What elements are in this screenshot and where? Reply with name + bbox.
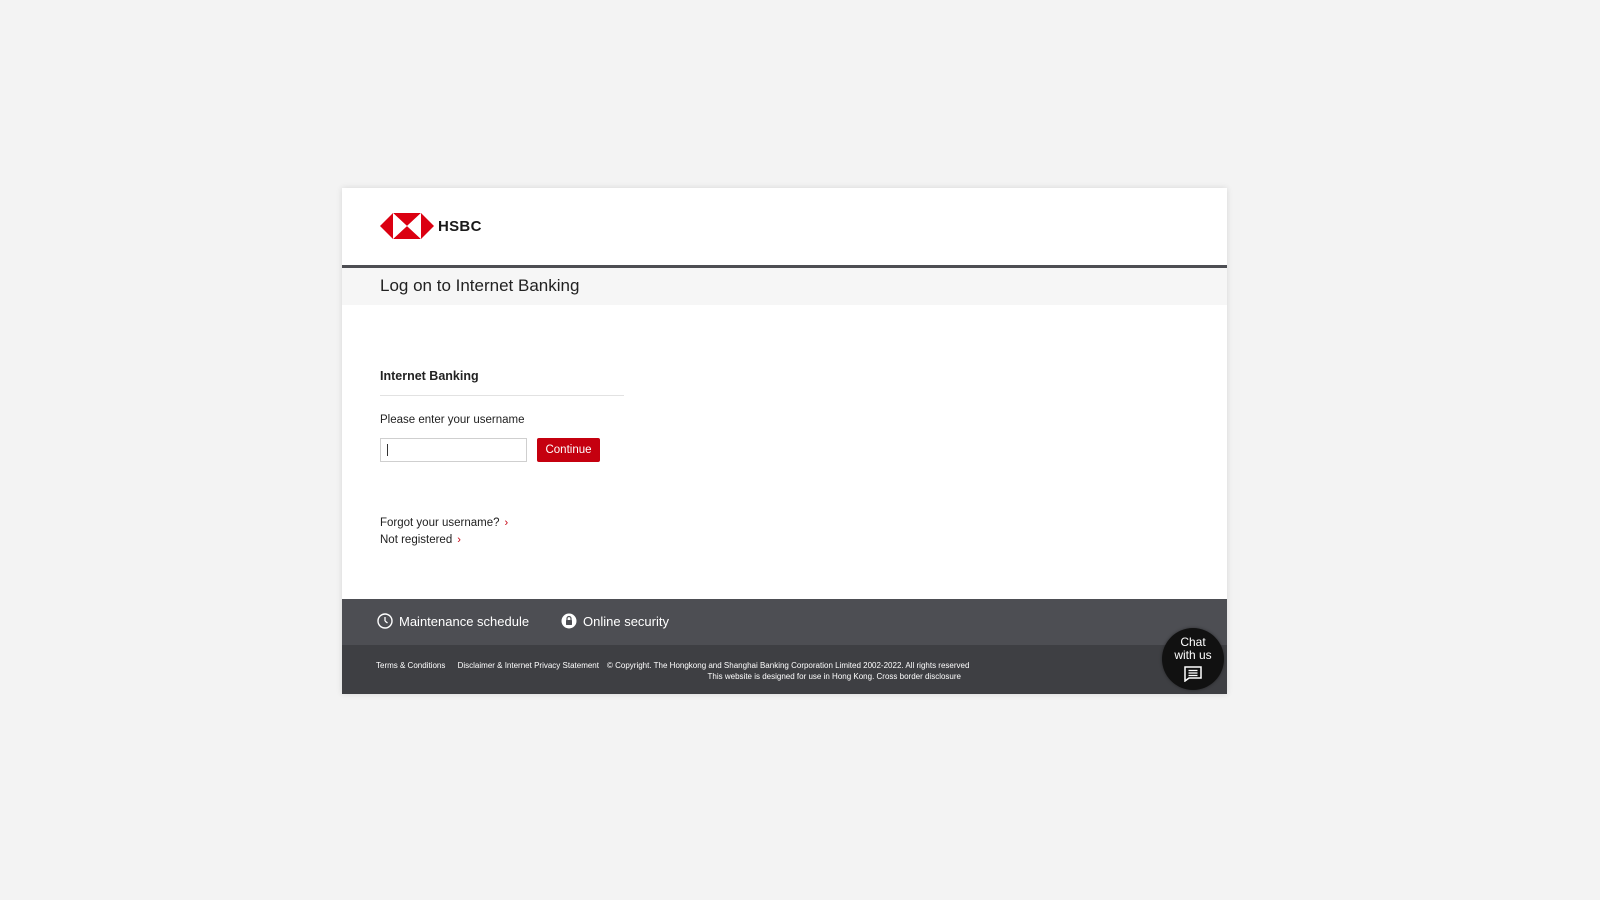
chat-icon xyxy=(1184,666,1202,682)
title-bar: Log on to Internet Banking xyxy=(342,268,1227,305)
header: HSBC xyxy=(342,188,1227,268)
page-title: Log on to Internet Banking xyxy=(380,276,580,295)
clock-icon xyxy=(377,613,393,629)
online-security-label: Online security xyxy=(583,613,669,629)
maintenance-schedule-link[interactable]: Maintenance schedule xyxy=(377,613,529,629)
copyright-text: © Copyright. The Hongkong and Shanghai B… xyxy=(607,661,970,670)
chevron-right-icon: › xyxy=(457,534,461,546)
usage-note[interactable]: This website is designed for use in Hong… xyxy=(708,672,961,681)
chat-with-us-button[interactable]: Chat with us xyxy=(1162,628,1224,690)
forgot-username-label: Forgot your username? xyxy=(380,517,500,529)
hexagon-logo-icon xyxy=(380,213,434,239)
username-input[interactable] xyxy=(380,438,527,462)
footer-legal: Terms & Conditions Disclaimer & Internet… xyxy=(342,645,1227,694)
not-registered-link[interactable]: Not registered › xyxy=(380,534,461,546)
hsbc-logo[interactable]: HSBC xyxy=(380,211,482,241)
username-label: Please enter your username xyxy=(380,414,525,426)
brand-name: HSBC xyxy=(438,217,482,235)
chat-label: Chat with us xyxy=(1162,636,1224,662)
lock-icon xyxy=(561,613,577,629)
disclaimer-link[interactable]: Disclaimer & Internet Privacy Statement xyxy=(458,661,599,670)
section-title: Internet Banking xyxy=(380,369,479,383)
chat-label-line2: with us xyxy=(1174,648,1212,662)
online-security-link[interactable]: Online security xyxy=(561,613,669,629)
continue-button[interactable]: Continue xyxy=(537,438,600,462)
not-registered-label: Not registered xyxy=(380,534,453,546)
forgot-username-link[interactable]: Forgot your username? › xyxy=(380,517,508,529)
footer-primary: Maintenance schedule Online security xyxy=(342,599,1227,645)
text-caret xyxy=(387,444,388,456)
maintenance-schedule-label: Maintenance schedule xyxy=(399,613,530,629)
chevron-right-icon: › xyxy=(504,517,509,529)
terms-link[interactable]: Terms & Conditions xyxy=(376,661,445,670)
section-divider xyxy=(380,395,624,396)
legal-links: Terms & Conditions Disclaimer & Internet… xyxy=(376,661,609,670)
login-window: HSBC Log on to Internet Banking Internet… xyxy=(342,188,1227,694)
